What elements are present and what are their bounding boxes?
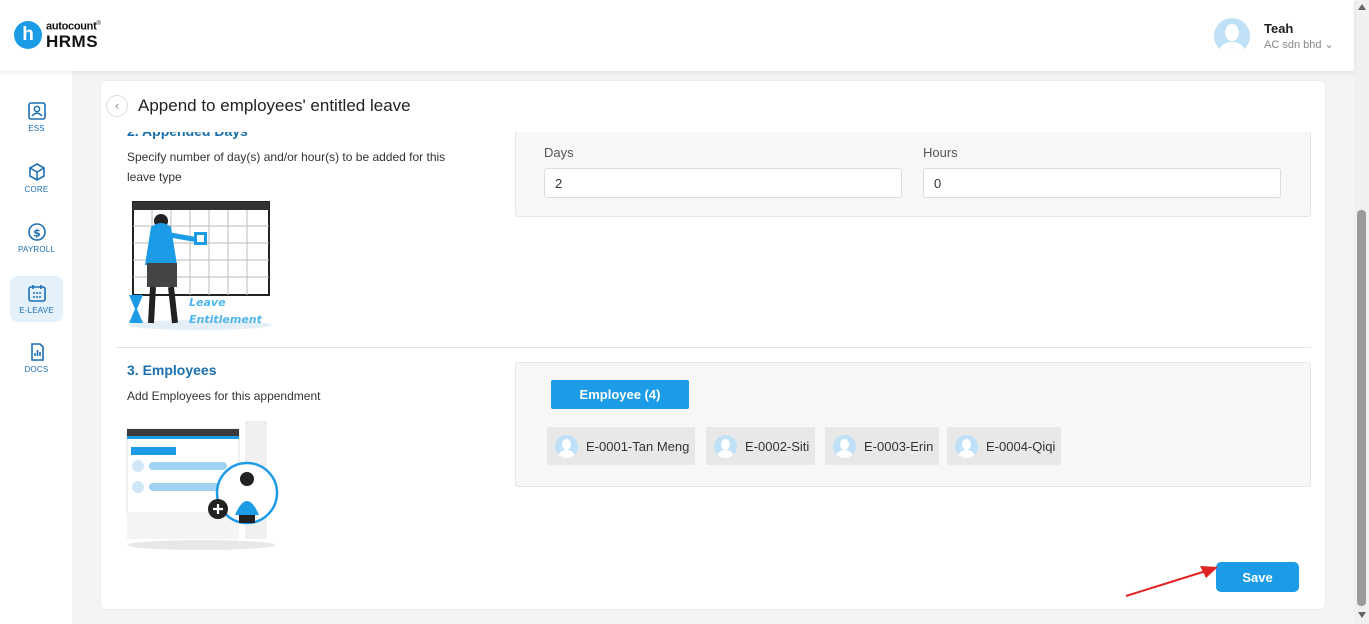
logo-brand-text: autocount	[46, 20, 97, 33]
top-header: h autocount® HRMS Teah AC sdn bhd ⌄	[0, 0, 1354, 71]
days-input[interactable]	[544, 168, 902, 198]
sidebar-item-label: PAYROLL	[17, 245, 56, 254]
logo-mark: h	[14, 21, 42, 50]
sidebar-item-core[interactable]: CORE	[10, 155, 63, 201]
hours-input[interactable]	[923, 168, 1281, 198]
save-button[interactable]: Save	[1216, 562, 1299, 592]
page-scrollbar[interactable]	[1354, 0, 1369, 624]
sidebar-item-e-leave[interactable]: E-LEAVE	[10, 276, 63, 322]
company-selector[interactable]: AC sdn bhd	[1264, 39, 1321, 51]
sidebar-item-label: ESS	[28, 124, 45, 133]
cube-icon	[28, 163, 45, 181]
illustration-label-entitlement: Entitlement	[189, 313, 263, 326]
user-name: Teah	[1264, 21, 1294, 36]
app-logo[interactable]: h autocount® HRMS	[14, 21, 101, 50]
scroll-up-icon[interactable]	[1358, 4, 1366, 10]
section-employees-title: 3. Employees	[127, 362, 217, 378]
user-menu[interactable]: Teah AC sdn bhd ⌄	[1214, 18, 1334, 54]
avatar	[955, 434, 978, 458]
sidebar-item-label: DOCS	[24, 365, 49, 374]
employee-chip-label: E-0001-Tan Meng	[586, 438, 690, 454]
employee-chip-label: E-0004-Qiqi	[986, 438, 1056, 454]
sidebar-item-label: E-LEAVE	[19, 306, 54, 315]
sidebar-item-payroll[interactable]: $ PAYROLL	[10, 215, 63, 261]
id-card-icon	[27, 102, 46, 120]
section-employees-description: Add Employees for this appendment	[127, 389, 321, 403]
svg-text:$: $	[33, 227, 41, 240]
page-title: Append to employees' entitled leave	[138, 96, 411, 115]
employee-chip[interactable]: E-0003-Erin	[825, 427, 940, 465]
section-appended-days-description: Specify number of day(s) and/or hour(s) …	[127, 150, 446, 164]
back-button[interactable]: ‹	[106, 95, 128, 117]
scrollbar-thumb[interactable]	[1357, 210, 1366, 606]
sidebar-item-label: CORE	[24, 185, 49, 194]
sidebar-item-ess[interactable]: ESS	[10, 94, 63, 140]
calendar-icon	[27, 285, 46, 302]
employee-chip[interactable]: E-0001-Tan Meng	[547, 427, 696, 465]
leave-entitlement-illustration: Leave Entitlement	[128, 201, 272, 330]
employee-chip-label: E-0002-Siti	[745, 438, 810, 454]
hours-label: Hours	[923, 145, 958, 160]
logo-registered-mark: ®	[96, 21, 101, 27]
section-divider	[116, 347, 1311, 348]
section-appended-days-description-cont: leave type	[127, 170, 182, 184]
employees-panel: Employee (4) E-0001-Tan Meng E-0002-Siti…	[515, 362, 1311, 487]
employee-chip[interactable]: E-0004-Qiqi	[947, 427, 1062, 465]
days-label: Days	[544, 145, 574, 160]
sidebar: ESS CORE $ PAYROLL E-LEAVE DOCS	[0, 71, 72, 624]
dollar-circle-icon: $	[27, 223, 46, 241]
page-header: ‹ Append to employees' entitled leave	[101, 81, 1325, 132]
chevron-left-icon: ‹	[114, 99, 120, 113]
sidebar-item-docs[interactable]: DOCS	[10, 335, 63, 381]
avatar	[714, 434, 737, 458]
logo-product-text: HRMS	[46, 31, 99, 51]
employee-chip-label: E-0003-Erin	[864, 438, 934, 454]
select-employees-button[interactable]: Employee (4)	[551, 380, 689, 409]
add-employees-illustration	[126, 421, 279, 550]
scroll-down-icon[interactable]	[1358, 612, 1366, 618]
avatar	[833, 434, 856, 458]
chevron-down-icon[interactable]: ⌄	[1325, 39, 1334, 51]
employee-chip[interactable]: E-0002-Siti	[706, 427, 816, 465]
document-chart-icon	[30, 343, 44, 361]
avatar	[555, 434, 578, 458]
illustration-label-leave: Leave	[189, 296, 226, 309]
annotation-arrow-icon	[1125, 566, 1218, 597]
append-leave-card: ‹ Append to employees' entitled leave 2.…	[100, 80, 1326, 610]
avatar[interactable]	[1214, 18, 1250, 54]
